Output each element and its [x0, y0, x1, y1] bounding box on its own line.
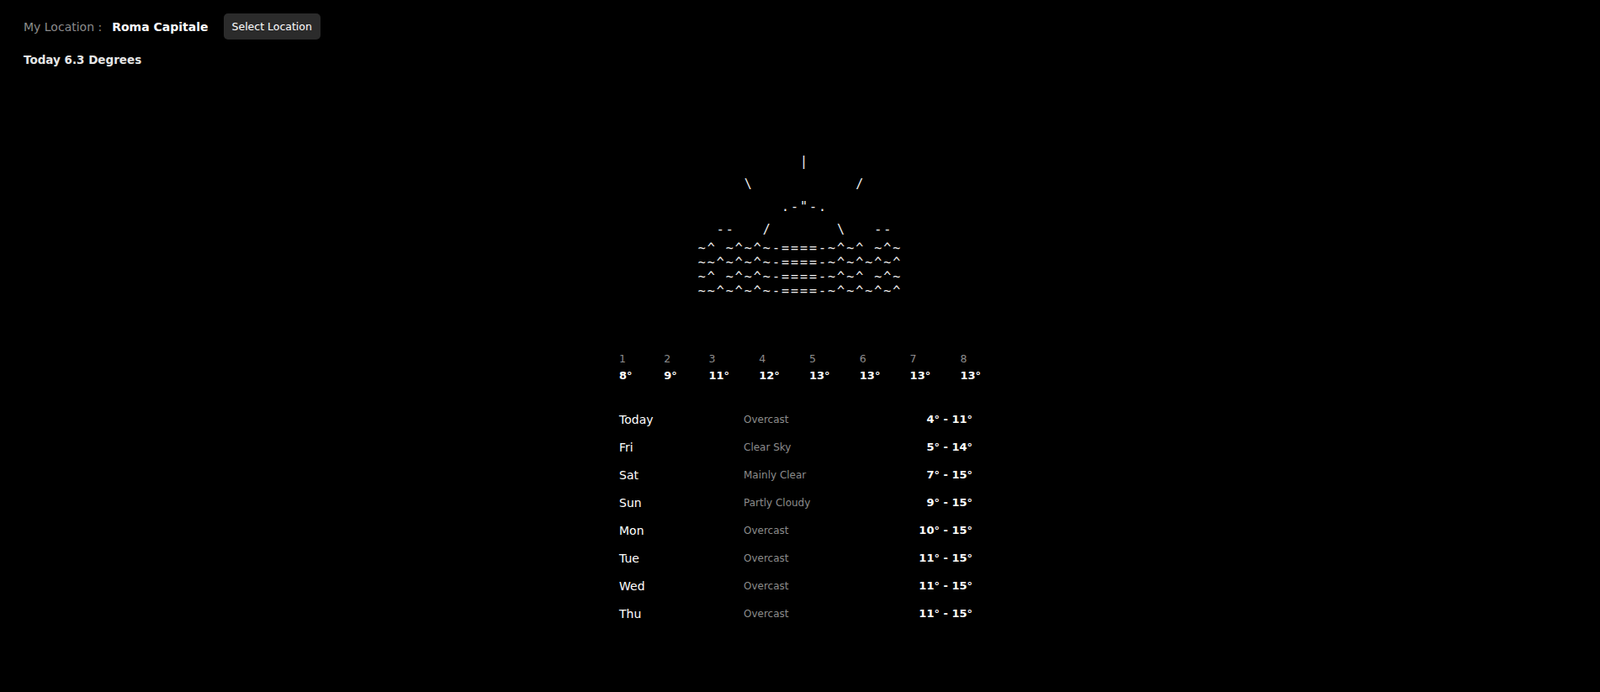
day-name: Today	[619, 413, 744, 427]
day-range: 11° - 15°	[918, 551, 973, 565]
hour-label: 8	[959, 352, 981, 366]
art-line: ~~^~^~^~-====-~^~^~^~^	[698, 284, 903, 299]
art-line: .-"-.	[698, 196, 903, 219]
day-name: Fri	[619, 440, 744, 455]
weather-art: | \ / .-"-. -- / \ -- ~^ ~^~^~-====-~^~^…	[0, 150, 1600, 299]
hour-label: 7	[910, 352, 932, 366]
art-line: ~~^~^~^~-====-~^~^~^~^	[698, 255, 903, 271]
hour-item: 18°	[619, 352, 635, 382]
hour-temp: 13°	[910, 369, 932, 382]
daily-forecast: TodayOvercast4° - 11°FriClear Sky5° - 14…	[619, 405, 981, 628]
day-name: Wed	[619, 579, 744, 594]
day-row: MonOvercast10° - 15°	[619, 516, 973, 545]
day-range: 7° - 15°	[926, 468, 973, 482]
day-name: Tue	[619, 551, 744, 566]
hour-item: 613°	[859, 352, 881, 382]
location-label: My Location :	[23, 20, 102, 34]
art-line: \ /	[698, 173, 903, 197]
hour-temp: 12°	[758, 369, 780, 382]
sky-art: | \ / .-"-. -- / \ --	[698, 150, 903, 242]
day-range: 11° - 15°	[918, 607, 973, 620]
hour-item: 311°	[708, 352, 730, 382]
art-line: |	[698, 150, 903, 174]
day-row: ThuOvercast11° - 15°	[619, 599, 973, 628]
hour-item: 29°	[663, 352, 679, 382]
day-name: Thu	[619, 607, 744, 621]
hour-item: 713°	[910, 352, 932, 382]
day-row: WedOvercast11° - 15°	[619, 572, 973, 600]
hour-label: 5	[809, 352, 831, 366]
art-line: -- / \ --	[698, 218, 903, 242]
day-condition: Overcast	[743, 552, 919, 565]
day-condition: Clear Sky	[743, 441, 927, 454]
day-row: SunPartly Cloudy9° - 15°	[619, 488, 973, 517]
hour-label: 3	[708, 352, 730, 366]
day-condition: Overcast	[743, 580, 919, 593]
day-condition: Mainly Clear	[743, 469, 927, 482]
day-name: Sat	[619, 468, 744, 483]
location-name: Roma Capitale	[111, 20, 208, 34]
hourly-forecast: 18°29°311°412°513°613°713°813°	[619, 352, 981, 382]
hour-item: 813°	[959, 352, 981, 382]
day-range: 9° - 15°	[926, 496, 973, 509]
hour-temp: 8°	[619, 369, 635, 382]
hour-label: 2	[663, 352, 679, 366]
hour-temp: 13°	[859, 369, 881, 382]
today-temperature: Today 6.3 Degrees	[0, 39, 1600, 67]
day-row: TueOvercast11° - 15°	[619, 544, 973, 573]
select-location-button[interactable]: Select Location	[223, 13, 321, 40]
sea-art: ~^ ~^~^~-====-~^~^ ~^~~~^~^~^~-====-~^~^…	[698, 241, 903, 299]
art-line: ~^ ~^~^~-====-~^~^ ~^~	[698, 241, 903, 256]
day-row: TodayOvercast4° - 11°	[619, 405, 973, 434]
hour-item: 412°	[758, 352, 780, 382]
day-range: 5° - 14°	[926, 440, 973, 454]
day-range: 10° - 15°	[918, 524, 973, 537]
hour-label: 1	[619, 352, 635, 366]
hour-temp: 11°	[708, 369, 730, 382]
day-condition: Overcast	[743, 524, 919, 537]
day-condition: Partly Cloudy	[743, 497, 927, 509]
location-bar: My Location : Roma Capitale Select Locatio…	[0, 0, 1600, 40]
hour-temp: 13°	[959, 369, 981, 382]
day-condition: Overcast	[743, 608, 919, 620]
day-row: FriClear Sky5° - 14°	[619, 433, 973, 461]
art-line: ~^ ~^~^~-====-~^~^ ~^~	[698, 270, 903, 285]
day-name: Mon	[619, 524, 744, 538]
day-range: 4° - 11°	[926, 413, 973, 426]
day-condition: Overcast	[743, 413, 927, 426]
hour-temp: 13°	[809, 369, 831, 382]
hour-label: 6	[859, 352, 881, 366]
hour-item: 513°	[809, 352, 831, 382]
hour-temp: 9°	[663, 369, 679, 382]
day-name: Sun	[619, 496, 744, 510]
day-row: SatMainly Clear7° - 15°	[619, 460, 973, 489]
day-range: 11° - 15°	[918, 579, 973, 593]
hour-label: 4	[758, 352, 780, 366]
forecast: 18°29°311°412°513°613°713°813°TodayOverc…	[619, 352, 981, 628]
